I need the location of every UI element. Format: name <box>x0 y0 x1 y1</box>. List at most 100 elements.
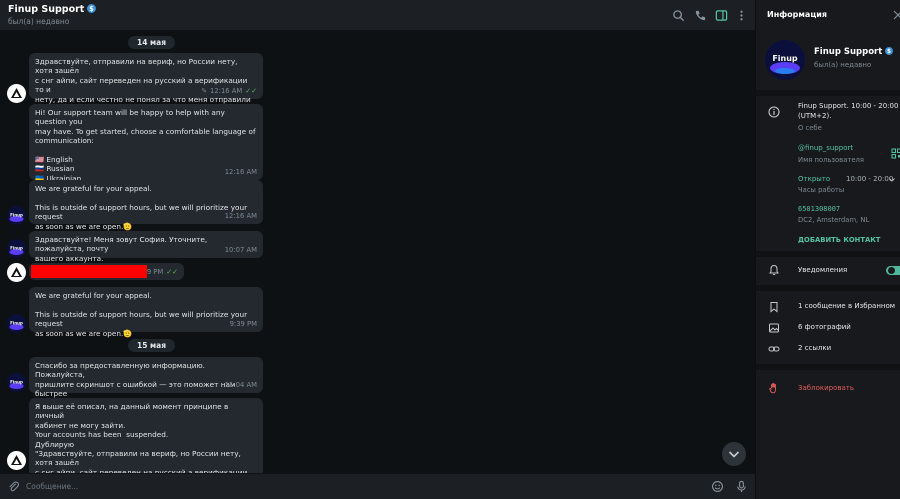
chevron-down-icon <box>728 451 740 458</box>
links-row[interactable]: 2 ссылки <box>798 344 831 354</box>
message-bubble[interactable]: Здравствуйте! Меня зовут София. Уточните… <box>29 231 263 263</box>
finup-logo-icon: Finup <box>9 321 24 330</box>
address: DC2, Amsterdam, NL <box>798 216 870 224</box>
chat-area: Finup Support $ был(а) недавно 14 мая Здр… <box>0 0 755 499</box>
profile-avatar[interactable]: Finup <box>765 40 805 80</box>
bookmark-icon <box>770 302 778 313</box>
finup-logo-icon: Finup <box>770 54 800 74</box>
qr-icon[interactable] <box>891 148 900 159</box>
emoji-icon[interactable] <box>711 480 724 493</box>
edited-icon: ✎ <box>201 86 207 95</box>
avatar[interactable] <box>7 451 26 470</box>
message-text: Я выше её описал, на данный момент принц… <box>35 402 248 473</box>
search-icon[interactable] <box>672 9 685 22</box>
finup-logo-icon: Finup <box>9 246 24 255</box>
phone-icon[interactable] <box>694 9 707 22</box>
message-bubble[interactable]: Я выше её описал, на данный момент принц… <box>29 398 263 473</box>
username-link[interactable]: @finup_support <box>798 144 853 152</box>
message-meta: 9:39 PM <box>230 320 257 329</box>
photos-row[interactable]: 6 фотографий <box>798 323 851 333</box>
user-avatar-logo-icon <box>11 267 22 277</box>
bell-icon <box>769 264 779 276</box>
svg-text:$: $ <box>89 5 94 13</box>
divider <box>756 90 900 96</box>
date-separator: 14 мая <box>128 36 176 49</box>
about-label: О себе <box>798 124 822 132</box>
microphone-icon[interactable] <box>735 480 748 493</box>
composer <box>0 473 755 499</box>
message-bubble[interactable]: Спасибо за предоставленную информацию. П… <box>29 357 263 408</box>
phone-number[interactable]: 6501308007 <box>798 205 840 213</box>
photo-icon <box>769 323 779 333</box>
notifications-toggle[interactable] <box>886 266 900 275</box>
svg-text:Finup: Finup <box>10 246 23 251</box>
message-time: 12:16 AM <box>224 211 257 220</box>
message-list[interactable]: 14 мая Здравствуйте, отправили на вериф,… <box>0 31 755 473</box>
user-avatar-logo-icon <box>11 455 22 465</box>
message-text: We are grateful for your appeal. This is… <box>35 291 248 338</box>
close-icon[interactable] <box>893 10 900 20</box>
avatar[interactable]: Finup <box>7 314 26 333</box>
message-time: 11:04 AM <box>224 380 257 389</box>
message-time: 10:07 AM <box>224 245 257 254</box>
date-separator: 15 мая <box>128 339 176 352</box>
avatar[interactable] <box>7 263 26 282</box>
sidebar-toggle-icon[interactable] <box>715 9 728 22</box>
message-time: 9:39 PM <box>229 319 257 328</box>
avatar[interactable]: Finup <box>7 206 26 225</box>
hours-value[interactable]: 10:00 - 20:00 <box>846 175 893 185</box>
message-bubble[interactable]: Hi! Our support team will be happy to he… <box>29 104 263 183</box>
message-time: 12:16 AM <box>210 86 243 95</box>
svg-text:Finup: Finup <box>10 321 23 326</box>
finup-logo-icon: Finup <box>9 380 24 389</box>
message-bubble[interactable]: We are grateful for your appeal. This is… <box>29 180 263 231</box>
notifications-label: Уведомления <box>798 266 848 274</box>
hours-status[interactable]: Открыто <box>798 175 830 183</box>
more-vertical-icon[interactable] <box>735 9 748 22</box>
profile-name-text: Finup Support <box>814 47 883 57</box>
message-meta: 10:07 AM <box>225 246 257 255</box>
scroll-down-button[interactable] <box>722 442 746 466</box>
message-text: Здравствуйте! Меня зовут София. Уточните… <box>35 235 208 263</box>
info-header: Информация <box>756 0 900 31</box>
saved-messages-row[interactable]: 1 сообщение в Избранном <box>798 302 895 312</box>
verified-icon: $ <box>87 4 97 13</box>
message-bubble[interactable]: We are grateful for your appeal. This is… <box>29 287 263 338</box>
svg-text:Finup: Finup <box>10 380 23 385</box>
message-meta: 12:16 AM <box>225 168 257 177</box>
add-contact-button[interactable]: ДОБАВИТЬ КОНТАКТ <box>798 236 880 244</box>
avatar[interactable] <box>7 84 26 103</box>
chat-title[interactable]: Finup Support $ <box>8 4 97 15</box>
attach-icon[interactable] <box>7 480 20 493</box>
about-text[interactable]: Finup Support. 10:00 - 20:00 (UTM+2). <box>798 102 898 121</box>
avatar[interactable]: Finup <box>7 239 26 258</box>
chat-header[interactable]: Finup Support $ был(а) недавно <box>0 0 755 31</box>
message-meta: ✎ 12:16 AM ✓✓ <box>201 87 257 96</box>
chat-status: был(а) недавно <box>8 17 70 26</box>
profile-name: Finup Support $ <box>814 47 894 57</box>
logo-text: Finup <box>772 54 798 63</box>
divider <box>756 251 900 257</box>
read-ticks-icon: ✓✓ <box>166 267 178 276</box>
svg-text:$: $ <box>887 48 891 55</box>
chat-title-text: Finup Support <box>8 4 85 15</box>
message-meta: 11:04 AM <box>225 381 257 390</box>
read-ticks-icon: ✓✓ <box>245 86 257 95</box>
chevron-down-icon[interactable] <box>888 176 896 184</box>
block-button[interactable]: Заблокировать <box>798 384 854 394</box>
link-icon <box>768 346 780 352</box>
divider <box>756 285 900 291</box>
message-bubble[interactable]: Здравствуйте, отправили на вериф, но Рос… <box>29 53 263 122</box>
username-label: Имя пользователя <box>798 156 864 164</box>
redaction-block <box>31 265 147 278</box>
message-text: Hi! Our support team will be happy to he… <box>35 108 256 183</box>
message-input[interactable] <box>26 474 686 499</box>
info-icon <box>768 106 780 118</box>
user-avatar-logo-icon <box>11 88 22 98</box>
hours-label: Часы работы <box>798 186 845 194</box>
message-time: 12:16 AM <box>224 167 257 176</box>
message-text: We are grateful for your appeal. This is… <box>35 184 248 231</box>
avatar[interactable]: Finup <box>7 373 26 392</box>
finup-logo-icon: Finup <box>9 213 24 222</box>
info-panel: Информация Finup Finup Support $ был(а) … <box>755 0 900 499</box>
